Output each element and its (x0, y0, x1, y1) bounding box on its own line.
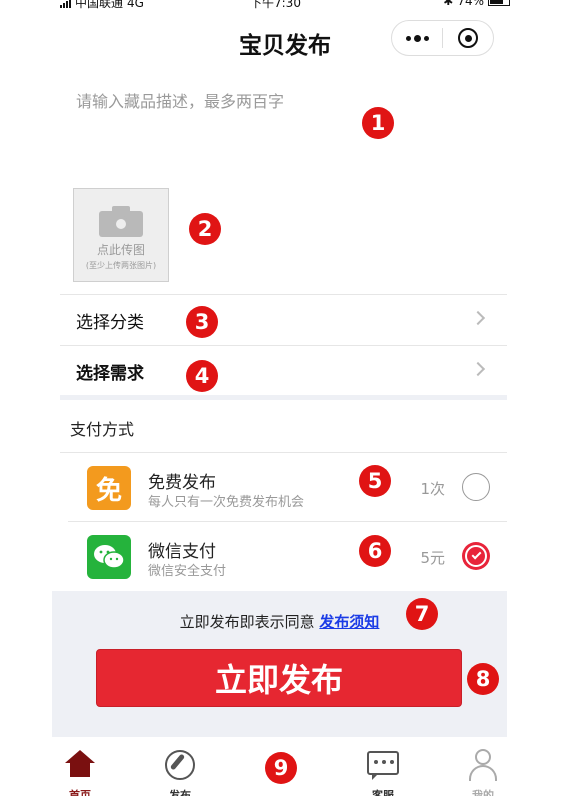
status-left: 中国联通 4G (60, 0, 144, 11)
compass-icon (163, 748, 197, 782)
status-right: ✱ 74% (443, 0, 510, 8)
payment-title: 支付方式 (70, 420, 135, 439)
status-bar: 中国联通 4G 下午7:30 ✱ 74% (60, 0, 510, 12)
nav-bar: 宝贝发布 (60, 14, 510, 74)
status-time: 下午7:30 (250, 0, 301, 10)
tab-label: 我的 (472, 789, 494, 796)
payment-price: 5元 (420, 549, 445, 567)
user-icon (466, 748, 500, 782)
tab-publish[interactable]: 发布 (140, 738, 220, 796)
upload-label: 点此传图 (96, 243, 145, 257)
agreement-prefix: 立即发布即表示同意 (179, 613, 315, 631)
upload-image-button[interactable]: 点此传图 (至少上传两张图片) (73, 188, 169, 282)
close-button[interactable] (443, 21, 493, 55)
marker-badge-5: 5 (359, 465, 391, 497)
tab-label: 首页 (69, 789, 91, 796)
payment-name: 免费发布 (148, 473, 216, 493)
agreement-text: 立即发布即表示同意 发布须知 (52, 611, 507, 632)
marker-badge-9: 9 (265, 752, 297, 784)
marker-badge-8: 8 (467, 663, 499, 695)
section-divider (60, 395, 507, 400)
miniprogram-capsule (391, 20, 494, 56)
radio-checked-icon[interactable] (462, 542, 490, 570)
chat-icon (366, 748, 400, 782)
battery-icon (488, 0, 510, 6)
marker-badge-3: 3 (186, 306, 218, 338)
publish-notice-link[interactable]: 发布须知 (319, 613, 379, 631)
wechat-icon (87, 535, 131, 579)
publish-button[interactable]: 立即发布 (96, 649, 462, 707)
signal-icon (60, 0, 71, 8)
carrier-name: 中国联通 (75, 0, 124, 10)
category-label: 选择分类 (76, 313, 144, 333)
more-button[interactable] (392, 21, 442, 55)
payment-option-free[interactable]: 免 免费发布 每人只有一次免费发布机会 1次 (60, 453, 507, 521)
tab-home[interactable]: 首页 (40, 738, 120, 796)
marker-badge-4: 4 (186, 360, 218, 392)
more-dots-icon (405, 34, 429, 42)
tab-label: 客服 (372, 789, 394, 796)
tab-service[interactable]: 客服 (343, 738, 423, 796)
description-input[interactable]: 请输入藏品描述，最多两百字 (76, 88, 346, 112)
radio-unchecked-icon[interactable] (462, 473, 490, 501)
payment-name: 微信支付 (148, 542, 216, 562)
marker-badge-1: 1 (362, 107, 394, 139)
payment-option-wechat[interactable]: 微信支付 微信安全支付 5元 (60, 522, 507, 590)
battery-level: 74% (457, 0, 484, 8)
chevron-right-icon (470, 361, 486, 377)
demand-label: 选择需求 (76, 364, 144, 384)
free-publish-icon: 免 (87, 466, 131, 510)
tab-label: 发布 (169, 789, 191, 796)
camera-icon (99, 205, 143, 237)
marker-badge-7: 7 (406, 598, 438, 630)
marker-badge-2: 2 (189, 213, 221, 245)
network-type: 4G (127, 0, 144, 10)
payment-price: 1次 (420, 480, 445, 498)
upload-hint: (至少上传两张图片) (85, 261, 157, 270)
select-demand-row[interactable]: 选择需求 (60, 345, 507, 395)
tab-mine[interactable]: 我的 (443, 738, 523, 796)
payment-subtitle: 微信安全支付 (148, 564, 227, 579)
target-icon (458, 28, 478, 48)
bluetooth-icon: ✱ (443, 0, 454, 8)
publish-area: 立即发布即表示同意 发布须知 立即发布 (52, 591, 507, 737)
payment-subtitle: 每人只有一次免费发布机会 (148, 495, 305, 510)
home-icon (63, 748, 97, 782)
marker-badge-6: 6 (359, 535, 391, 567)
chevron-right-icon (470, 310, 486, 326)
select-category-row[interactable]: 选择分类 (60, 294, 507, 344)
